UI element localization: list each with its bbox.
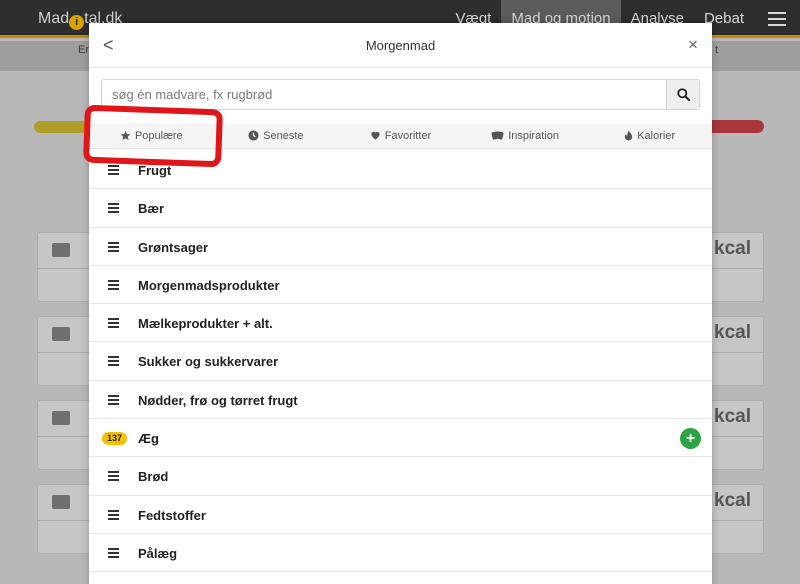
list-item[interactable]: Nødder, frø og tørret frugt — [89, 381, 712, 420]
meal-card-kcal: kcal — [714, 490, 751, 511]
meal-card-kcal: kcal — [714, 322, 751, 343]
list-item[interactable]: Mælkeprodukter + alt. — [89, 304, 712, 343]
tab-label: Inspiration — [508, 129, 559, 142]
star-icon — [120, 130, 131, 141]
clock-icon — [248, 130, 259, 141]
list-item-label: Fedtstoffer — [138, 507, 206, 523]
list-item-label: Æg — [138, 431, 159, 447]
modal-title: Morgenmad — [365, 38, 436, 53]
close-button[interactable]: × — [688, 35, 698, 55]
camera-icon — [52, 411, 70, 425]
list-icon — [108, 356, 119, 367]
list-item[interactable]: Sukker og sukkervarer — [89, 342, 712, 381]
camera-icon — [52, 243, 70, 257]
menu-icon[interactable] — [754, 0, 800, 38]
tab-popular[interactable]: Populære — [89, 123, 214, 148]
tab-inspiration[interactable]: Inspiration — [462, 123, 588, 148]
list-item-label: Grøntsager — [138, 239, 209, 255]
subbar-left-text: Er — [78, 44, 89, 56]
list-icon — [108, 279, 119, 290]
add-button[interactable]: + — [680, 428, 701, 450]
food-category-list: Frugt Bær Grøntsager Morgenmadsprodukter… — [89, 151, 712, 573]
list-item[interactable]: Pålæg — [89, 534, 712, 573]
list-icon — [108, 394, 119, 405]
cards-icon — [491, 131, 504, 140]
logo-info-icon: i — [69, 15, 85, 30]
list-item-label: Pålæg — [138, 545, 178, 561]
list-item[interactable]: 137 Æg + — [89, 419, 712, 458]
tab-label: Kalorier — [637, 129, 676, 142]
search-box — [101, 79, 700, 110]
logo-text-start: Mad — [38, 10, 70, 27]
list-item-label: Frugt — [138, 163, 172, 178]
search-input[interactable] — [102, 80, 667, 109]
list-item[interactable]: Fedtstoffer — [89, 496, 712, 534]
list-icon — [108, 241, 119, 252]
tab-favorites[interactable]: Favoritter — [338, 123, 463, 148]
calorie-badge: 137 — [102, 432, 128, 446]
list-icon — [108, 509, 119, 520]
list-item[interactable]: Morgenmadsprodukter — [89, 266, 712, 305]
search-button[interactable] — [666, 80, 699, 109]
list-icon — [108, 547, 119, 558]
list-icon — [108, 318, 119, 329]
list-icon — [108, 471, 119, 482]
modal-header: < Morgenmad × — [89, 23, 712, 68]
list-item-label: Nødder, frø og tørret frugt — [138, 392, 298, 408]
tab-label: Seneste — [263, 129, 304, 142]
list-item[interactable]: Frugt — [89, 151, 712, 190]
search-icon — [676, 88, 690, 101]
heart-icon — [371, 131, 380, 140]
list-item-label: Sukker og sukkervarer — [138, 354, 279, 370]
list-item[interactable]: Bær — [89, 189, 712, 228]
tab-recent[interactable]: Seneste — [213, 123, 339, 148]
progress-bar-right — [706, 120, 764, 133]
category-tabs: Populære Seneste Favoritter Inspiration … — [89, 123, 712, 149]
tab-calories[interactable]: Kalorier — [587, 123, 712, 148]
list-item-label: Mælkeprodukter + alt. — [138, 316, 273, 332]
progress-bar-left — [34, 121, 94, 133]
list-item-label: Bær — [138, 201, 165, 217]
meal-picker-modal: < Morgenmad × Populære Seneste Favoritte… — [89, 23, 712, 584]
subbar-right-text: t — [715, 44, 719, 56]
meal-card-kcal: kcal — [714, 238, 751, 259]
tab-label: Favoritter — [384, 129, 432, 142]
camera-icon — [52, 327, 70, 341]
meal-card-kcal: kcal — [714, 406, 751, 427]
camera-icon — [52, 495, 70, 509]
flame-icon — [625, 130, 633, 141]
list-item-label: Morgenmadsprodukter — [138, 277, 280, 293]
list-icon — [108, 203, 119, 214]
list-icon — [108, 165, 119, 175]
list-item[interactable]: Brød — [89, 457, 712, 496]
tab-label: Populære — [134, 129, 183, 142]
list-item-label: Brød — [138, 469, 169, 485]
list-item[interactable]: Grøntsager — [89, 228, 712, 266]
